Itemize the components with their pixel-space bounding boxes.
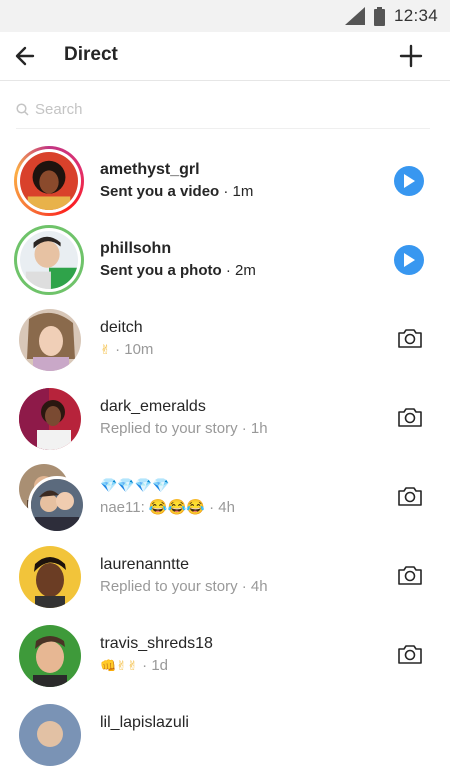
thread-row[interactable]: travis_shreds18 👊✌✌ · 1d: [0, 616, 450, 695]
page-title: Direct: [64, 44, 118, 65]
thread-row[interactable]: lil_lapislazuli: [0, 695, 450, 774]
signal-icon: [344, 7, 365, 25]
thread-username: dark_emeralds: [100, 398, 206, 415]
camera-icon[interactable]: [396, 640, 424, 668]
search-bar[interactable]: [16, 90, 430, 129]
avatar-story-ring[interactable]: [14, 225, 84, 295]
avatar[interactable]: [19, 309, 81, 371]
thread-list: amethyst_grl Sent you a video · 1m phill…: [0, 142, 450, 774]
thread-preview: Replied to your story · 4h: [100, 578, 268, 595]
group-avatar-front[interactable]: [28, 476, 86, 534]
camera-icon[interactable]: [396, 403, 424, 431]
thread-preview: 👊✌✌ · 1d: [100, 657, 169, 674]
avatar: [20, 152, 78, 210]
play-button[interactable]: [394, 245, 424, 275]
avatar[interactable]: [19, 388, 81, 450]
thread-username: laurenanntte: [100, 556, 189, 573]
play-icon: [404, 253, 415, 267]
back-arrow-icon[interactable]: [12, 42, 40, 70]
thread-row[interactable]: amethyst_grl Sent you a video · 1m: [0, 142, 450, 221]
thread-preview: Replied to your story · 1h: [100, 420, 268, 437]
thread-preview: ✌ · 10m: [100, 341, 154, 358]
thread-preview: Sent you a video · 1m: [100, 183, 254, 200]
avatar[interactable]: [19, 625, 81, 687]
thread-preview: nae11: 😂😂😂 · 4h: [100, 499, 235, 516]
thread-row[interactable]: 💎💎💎💎 nae11: 😂😂😂 · 4h: [0, 458, 450, 537]
header: Direct: [0, 32, 450, 81]
play-button[interactable]: [394, 166, 424, 196]
search-icon: [16, 102, 29, 116]
avatar[interactable]: [19, 704, 81, 766]
thread-username: deitch: [100, 319, 143, 336]
new-message-plus-icon[interactable]: [398, 43, 424, 69]
thread-username: lil_lapislazuli: [100, 714, 189, 731]
thread-username: 💎💎💎💎: [100, 478, 170, 494]
thread-username: phillsohn: [100, 240, 172, 257]
status-time: 12:34: [393, 6, 438, 25]
thread-row[interactable]: deitch ✌ · 10m: [0, 300, 450, 379]
camera-icon[interactable]: [396, 482, 424, 510]
avatar-story-ring[interactable]: [14, 146, 84, 216]
status-bar: 12:34: [0, 0, 450, 32]
camera-icon[interactable]: [396, 324, 424, 352]
avatar[interactable]: [19, 546, 81, 608]
play-icon: [404, 174, 415, 188]
battery-icon: [373, 6, 385, 26]
thread-preview: Sent you a photo · 2m: [100, 262, 256, 279]
thread-row[interactable]: laurenanntte Replied to your story · 4h: [0, 537, 450, 616]
thread-row[interactable]: phillsohn Sent you a photo · 2m: [0, 221, 450, 300]
thread-row[interactable]: dark_emeralds Replied to your story · 1h: [0, 379, 450, 458]
thread-username: travis_shreds18: [100, 635, 213, 652]
avatar: [20, 231, 78, 289]
camera-icon[interactable]: [396, 561, 424, 589]
search-input[interactable]: [35, 100, 335, 118]
thread-username: amethyst_grl: [100, 161, 200, 178]
